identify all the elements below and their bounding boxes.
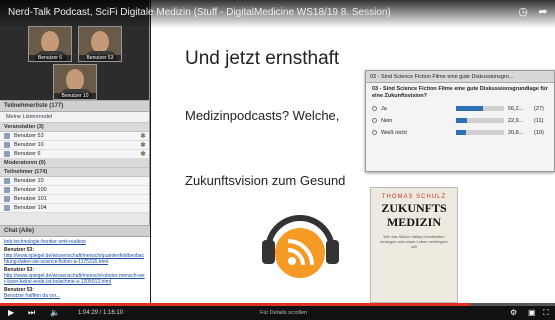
podcast-rss-icon xyxy=(275,228,325,278)
poll-percent: 56,2... xyxy=(508,106,524,112)
radio-button[interactable] xyxy=(372,118,377,123)
webcam-feed[interactable]: Benutzer 6 xyxy=(28,26,72,62)
participant-name: Benutzer 100 xyxy=(14,187,47,193)
participant-group-header[interactable]: Teilnehmer (174) xyxy=(0,168,149,177)
poll-option[interactable]: Weiß nicht 20,8... (10) xyxy=(366,127,554,139)
webcam-feed[interactable]: Benutzer 10 xyxy=(53,64,97,100)
poll-option-label: Ja xyxy=(381,106,387,112)
clock-icon[interactable]: ◷ xyxy=(517,6,529,18)
poll-result-fill xyxy=(456,130,466,135)
slide-future-vision: Zukunftsvision zum Gesund xyxy=(185,173,346,188)
poll-percent: 20,8... xyxy=(508,130,524,136)
headphone-ear-right xyxy=(326,240,339,264)
chat-link[interactable]: Benutzer fraftfen da vor... xyxy=(4,293,146,299)
scroll-hint: Für Details scrollen xyxy=(260,310,308,316)
book-subtitle: Wie das Silicon Valley Krankheiten besie… xyxy=(380,234,448,249)
headphone-ear-left xyxy=(262,240,275,264)
poll-count: (11) xyxy=(534,118,544,124)
participant-row[interactable]: Benutzer 100 xyxy=(0,186,149,195)
webcam-feed[interactable]: Benutzer 53 xyxy=(78,26,122,62)
participant-row[interactable]: Benutzer 101 xyxy=(0,195,149,204)
presenter-icon: ✱ xyxy=(140,133,146,140)
user-icon xyxy=(4,151,10,157)
participant-name: Benutzer 53 xyxy=(14,133,44,139)
participant-row[interactable]: Benutzer 6 ✱ xyxy=(0,150,149,159)
volume-icon[interactable]: 🔈 xyxy=(50,308,60,318)
book-title-line1: ZUKUNFTS xyxy=(381,201,447,215)
user-icon xyxy=(4,196,10,202)
user-icon xyxy=(4,178,10,184)
poll-results-window[interactable]: 03 - Sind Science Fiction Filme eine gut… xyxy=(365,70,555,172)
chat-link[interactable]: bnb-technologie-frontier-smit-realtext xyxy=(4,239,146,245)
participant-name: Benutzer 104 xyxy=(14,205,47,211)
poll-percent: 22,9... xyxy=(508,118,524,124)
top-toolbar: ◷ ➦ xyxy=(517,6,549,18)
share-icon[interactable]: ➦ xyxy=(537,6,549,18)
book-title-line2: MEDIZIN xyxy=(386,215,441,229)
poll-option-label: Weiß nicht xyxy=(381,130,407,136)
participant-name: Benutzer 10 xyxy=(14,178,44,184)
poll-option[interactable]: Ja 56,2... (27) xyxy=(366,103,554,115)
chat-link[interactable]: http://www.spiegel.de/wissenschaft/mensc… xyxy=(4,253,146,265)
user-icon xyxy=(4,133,10,139)
participant-name: Benutzer 10 xyxy=(14,142,44,148)
poll-result-bar xyxy=(456,118,504,123)
participant-list: Veranstalter (3) Benutzer 53 ✱ Benutzer 10 ✱… xyxy=(0,123,149,213)
radio-button[interactable] xyxy=(372,130,377,135)
user-icon xyxy=(4,142,10,148)
slide-title: Und jetzt ernsthaft xyxy=(185,48,340,69)
play-icon[interactable]: ▶ xyxy=(8,308,14,318)
slide-question: Medizinpodcasts? Welche, xyxy=(185,108,340,123)
poll-question: 03 - Sind Science Fiction Filme eine gut… xyxy=(372,86,548,99)
webcam-label: Benutzer 6 xyxy=(29,55,71,61)
video-player[interactable]: Und jetzt ernsthaft Medizinpodcasts? Wel… xyxy=(0,0,555,320)
user-icon xyxy=(4,187,10,193)
webcam-label: Benutzer 10 xyxy=(54,93,96,99)
poll-count: (27) xyxy=(534,106,544,112)
participant-group-header[interactable]: Veranstalter (3) xyxy=(0,123,149,132)
next-icon[interactable]: ⏭ xyxy=(28,308,35,318)
radio-button[interactable] xyxy=(372,106,377,111)
poll-result-bar xyxy=(456,130,504,135)
poll-count: (10) xyxy=(534,130,544,136)
miniplayer-icon[interactable]: ▣ xyxy=(528,308,536,318)
book-author: THOMAS SCHULZ xyxy=(381,194,447,200)
poll-option[interactable]: Nein 22,9... (11) xyxy=(366,115,554,127)
presenter-icon: ✱ xyxy=(140,142,146,149)
presenter-icon: ✱ xyxy=(140,151,146,158)
video-title[interactable]: Nerd-Talk Podcast, SciFi Digitale Medizi… xyxy=(0,0,555,28)
poll-header[interactable]: 03 - Sind Science Fiction Filme eine gut… xyxy=(366,71,554,83)
time-display: 1:04:29 / 1:16:10 xyxy=(78,310,124,316)
poll-result-bar xyxy=(456,106,504,111)
chat-link[interactable]: http://www.spiegel.de/wissenschaft/mensc… xyxy=(4,273,146,285)
book-cover: THOMAS SCHULZ ZUKUNFTS MEDIZIN Wie das S… xyxy=(370,187,458,303)
settings-icon[interactable]: ⚙ xyxy=(510,308,517,318)
chat-messages: bnb-technologie-frontier-smit-realtext Be… xyxy=(0,237,150,301)
poll-result-fill xyxy=(456,106,483,111)
participant-row[interactable]: Benutzer 104 xyxy=(0,204,149,213)
chat-panel: Chat (Alle) bnb-technologie-frontier-smi… xyxy=(0,225,150,303)
poll-option-label: Nein xyxy=(381,118,393,124)
player-controls: ▶ ⏭ 🔈 1:04:29 / 1:16:10 Für Details scro… xyxy=(0,306,555,320)
participant-row[interactable]: Benutzer 10 xyxy=(0,177,149,186)
poll-result-fill xyxy=(456,118,467,123)
fullscreen-icon[interactable]: ⛶ xyxy=(543,308,549,318)
participant-name: Benutzer 101 xyxy=(14,196,47,202)
webcam-label: Benutzer 53 xyxy=(79,55,121,61)
user-icon xyxy=(4,205,10,211)
chat-header: Chat (Alle) xyxy=(0,225,150,237)
participant-name: Benutzer 6 xyxy=(14,151,41,157)
participants-header: Teilnehmerliste (177) xyxy=(0,100,149,112)
participant-row[interactable]: Benutzer 53 ✱ xyxy=(0,132,149,141)
participants-tool[interactable]: Meine Listenmodel xyxy=(0,112,149,123)
participant-group-header[interactable]: Moderatoren (0) xyxy=(0,159,149,168)
participant-row[interactable]: Benutzer 10 ✱ xyxy=(0,141,149,150)
